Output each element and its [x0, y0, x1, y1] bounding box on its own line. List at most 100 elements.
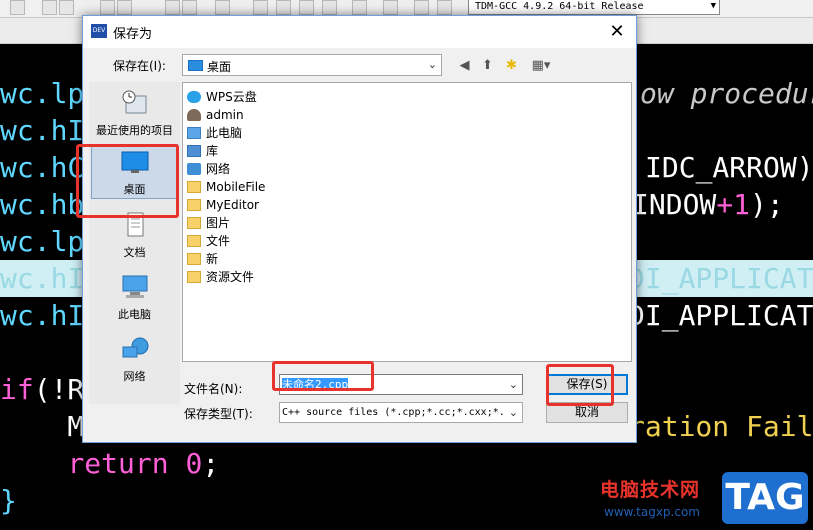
filetype-label: 保存类型(T):: [184, 407, 253, 421]
network-icon: [187, 163, 201, 175]
folder-icon: [187, 271, 201, 283]
filename-label: 文件名(N):: [184, 382, 243, 396]
file-name: 资源文件: [206, 270, 255, 284]
watermark-badge: TAG: [722, 472, 808, 524]
code-token: +: [716, 188, 734, 221]
highlight-filename: [272, 361, 374, 391]
list-item[interactable]: MobileFile: [187, 178, 265, 196]
grid-icon[interactable]: [322, 0, 337, 15]
find-next-icon[interactable]: [59, 0, 74, 15]
code-number: 0: [185, 447, 203, 480]
user-icon: [187, 109, 201, 121]
save-in-combo[interactable]: 桌面 ⌄: [182, 54, 442, 76]
list-item[interactable]: 资源文件: [187, 268, 254, 286]
code-token: wc.hI: [0, 299, 85, 332]
code-token: wc.hC: [0, 151, 85, 184]
recent-items-icon: [122, 90, 146, 114]
code-token: wc.hI: [0, 262, 85, 295]
file-name: 库: [206, 144, 219, 158]
stop-icon[interactable]: [215, 0, 230, 15]
code-token: DI_APPLICAT: [628, 262, 813, 295]
code-token: );: [750, 188, 784, 221]
list-item[interactable]: 新: [187, 250, 218, 268]
folder-icon: [187, 235, 201, 247]
color-icon[interactable]: [299, 0, 314, 15]
file-list[interactable]: WPS云盘 admin 此电脑 库 网络 MobileFile MyEditor…: [182, 82, 632, 362]
devcpp-app-icon: DEV: [91, 24, 107, 38]
window-icon[interactable]: [276, 0, 291, 15]
toolbar-button[interactable]: [165, 0, 180, 15]
compiler-select[interactable]: TDM-GCC 4.9.2 64-bit Release ▼: [468, 0, 720, 15]
list-item[interactable]: 网络: [187, 160, 230, 178]
cloud-icon: [187, 91, 201, 103]
dialog-title: 保存为: [113, 27, 153, 42]
file-name: 网络: [206, 162, 231, 176]
chevron-down-icon[interactable]: ⌄: [509, 375, 518, 394]
close-icon[interactable]: ✕: [604, 19, 630, 45]
grid-icon[interactable]: [437, 0, 452, 15]
code-token: DI_APPLICAT: [628, 299, 813, 332]
dialog-titlebar[interactable]: DEV 保存为 ✕: [83, 16, 636, 48]
file-name: 文件: [206, 234, 231, 248]
place-label: 最近使用的项目: [96, 124, 173, 137]
chevron-down-icon: ▼: [710, 1, 716, 11]
filetype-value: C++ source files (*.cpp;*.cc;*.cxx;*.: [282, 407, 505, 418]
place-label: 网络: [123, 370, 146, 383]
folder-icon: [187, 181, 201, 193]
code-token: (!R: [33, 373, 85, 406]
list-item[interactable]: admin: [187, 106, 244, 124]
toolbar-button[interactable]: [100, 0, 115, 15]
code-token: IDC_ARROW): [645, 151, 813, 184]
find-icon[interactable]: [42, 0, 57, 15]
list-item[interactable]: 图片: [187, 214, 230, 232]
code-keyword: return: [67, 447, 169, 480]
file-name: WPS云盘: [206, 90, 257, 104]
check-icon[interactable]: [352, 0, 367, 15]
highlight-desktop: [76, 144, 179, 218]
list-item[interactable]: 库: [187, 142, 218, 160]
close-icon[interactable]: [383, 0, 398, 15]
watermark-text: 电脑技术网: [600, 479, 701, 501]
folder-icon: [187, 199, 201, 211]
watermark-url: www.tagxp.com: [604, 505, 700, 519]
code-token: INDOW: [632, 188, 717, 221]
code-token: 1: [733, 188, 751, 221]
place-recent[interactable]: 最近使用的项目: [91, 86, 178, 141]
folder-icon: [187, 253, 201, 265]
place-label: 文档: [123, 246, 146, 259]
code-comment: ow procedur: [640, 77, 813, 110]
new-folder-icon[interactable]: ✱: [503, 57, 520, 74]
save-in-label: 保存在(I):: [113, 59, 166, 73]
file-name: 此电脑: [206, 126, 243, 140]
list-item[interactable]: WPS云盘: [187, 88, 257, 106]
place-this-pc[interactable]: 此电脑: [91, 270, 178, 325]
places-bar: 最近使用的项目 桌面 文档 此电脑 网络: [89, 82, 180, 404]
save-in-value: 桌面: [207, 60, 232, 74]
toolbar-button[interactable]: [117, 0, 132, 15]
code-keyword: if: [0, 373, 34, 406]
toolbar-button[interactable]: [10, 0, 25, 15]
up-folder-icon[interactable]: ⬆: [479, 57, 496, 74]
computer-icon: [187, 127, 201, 139]
file-name: 图片: [206, 216, 231, 230]
place-network[interactable]: 网络: [91, 332, 178, 387]
grid-icon[interactable]: [253, 0, 268, 15]
view-menu-icon[interactable]: ▦▾: [528, 57, 554, 74]
file-name: 新: [206, 252, 219, 266]
back-icon[interactable]: ◀: [456, 57, 473, 74]
network-icon: [122, 337, 148, 358]
filetype-select[interactable]: C++ source files (*.cpp;*.cc;*.cxx;*. ⌄: [279, 402, 523, 423]
toolbar-button[interactable]: [182, 0, 197, 15]
library-icon: [187, 145, 201, 157]
place-label: 此电脑: [118, 308, 151, 321]
list-item[interactable]: 此电脑: [187, 124, 242, 142]
list-item[interactable]: 文件: [187, 232, 230, 250]
list-item[interactable]: MyEditor: [187, 196, 259, 214]
desktop-folder-icon: [188, 60, 203, 71]
code-token: wc.hb: [0, 188, 85, 221]
code-token: }: [0, 484, 17, 517]
file-name: MobileFile: [206, 180, 266, 194]
file-name: admin: [206, 108, 244, 122]
chart-icon[interactable]: [414, 0, 429, 15]
compiler-select-value: TDM-GCC 4.9.2 64-bit Release: [475, 1, 644, 12]
